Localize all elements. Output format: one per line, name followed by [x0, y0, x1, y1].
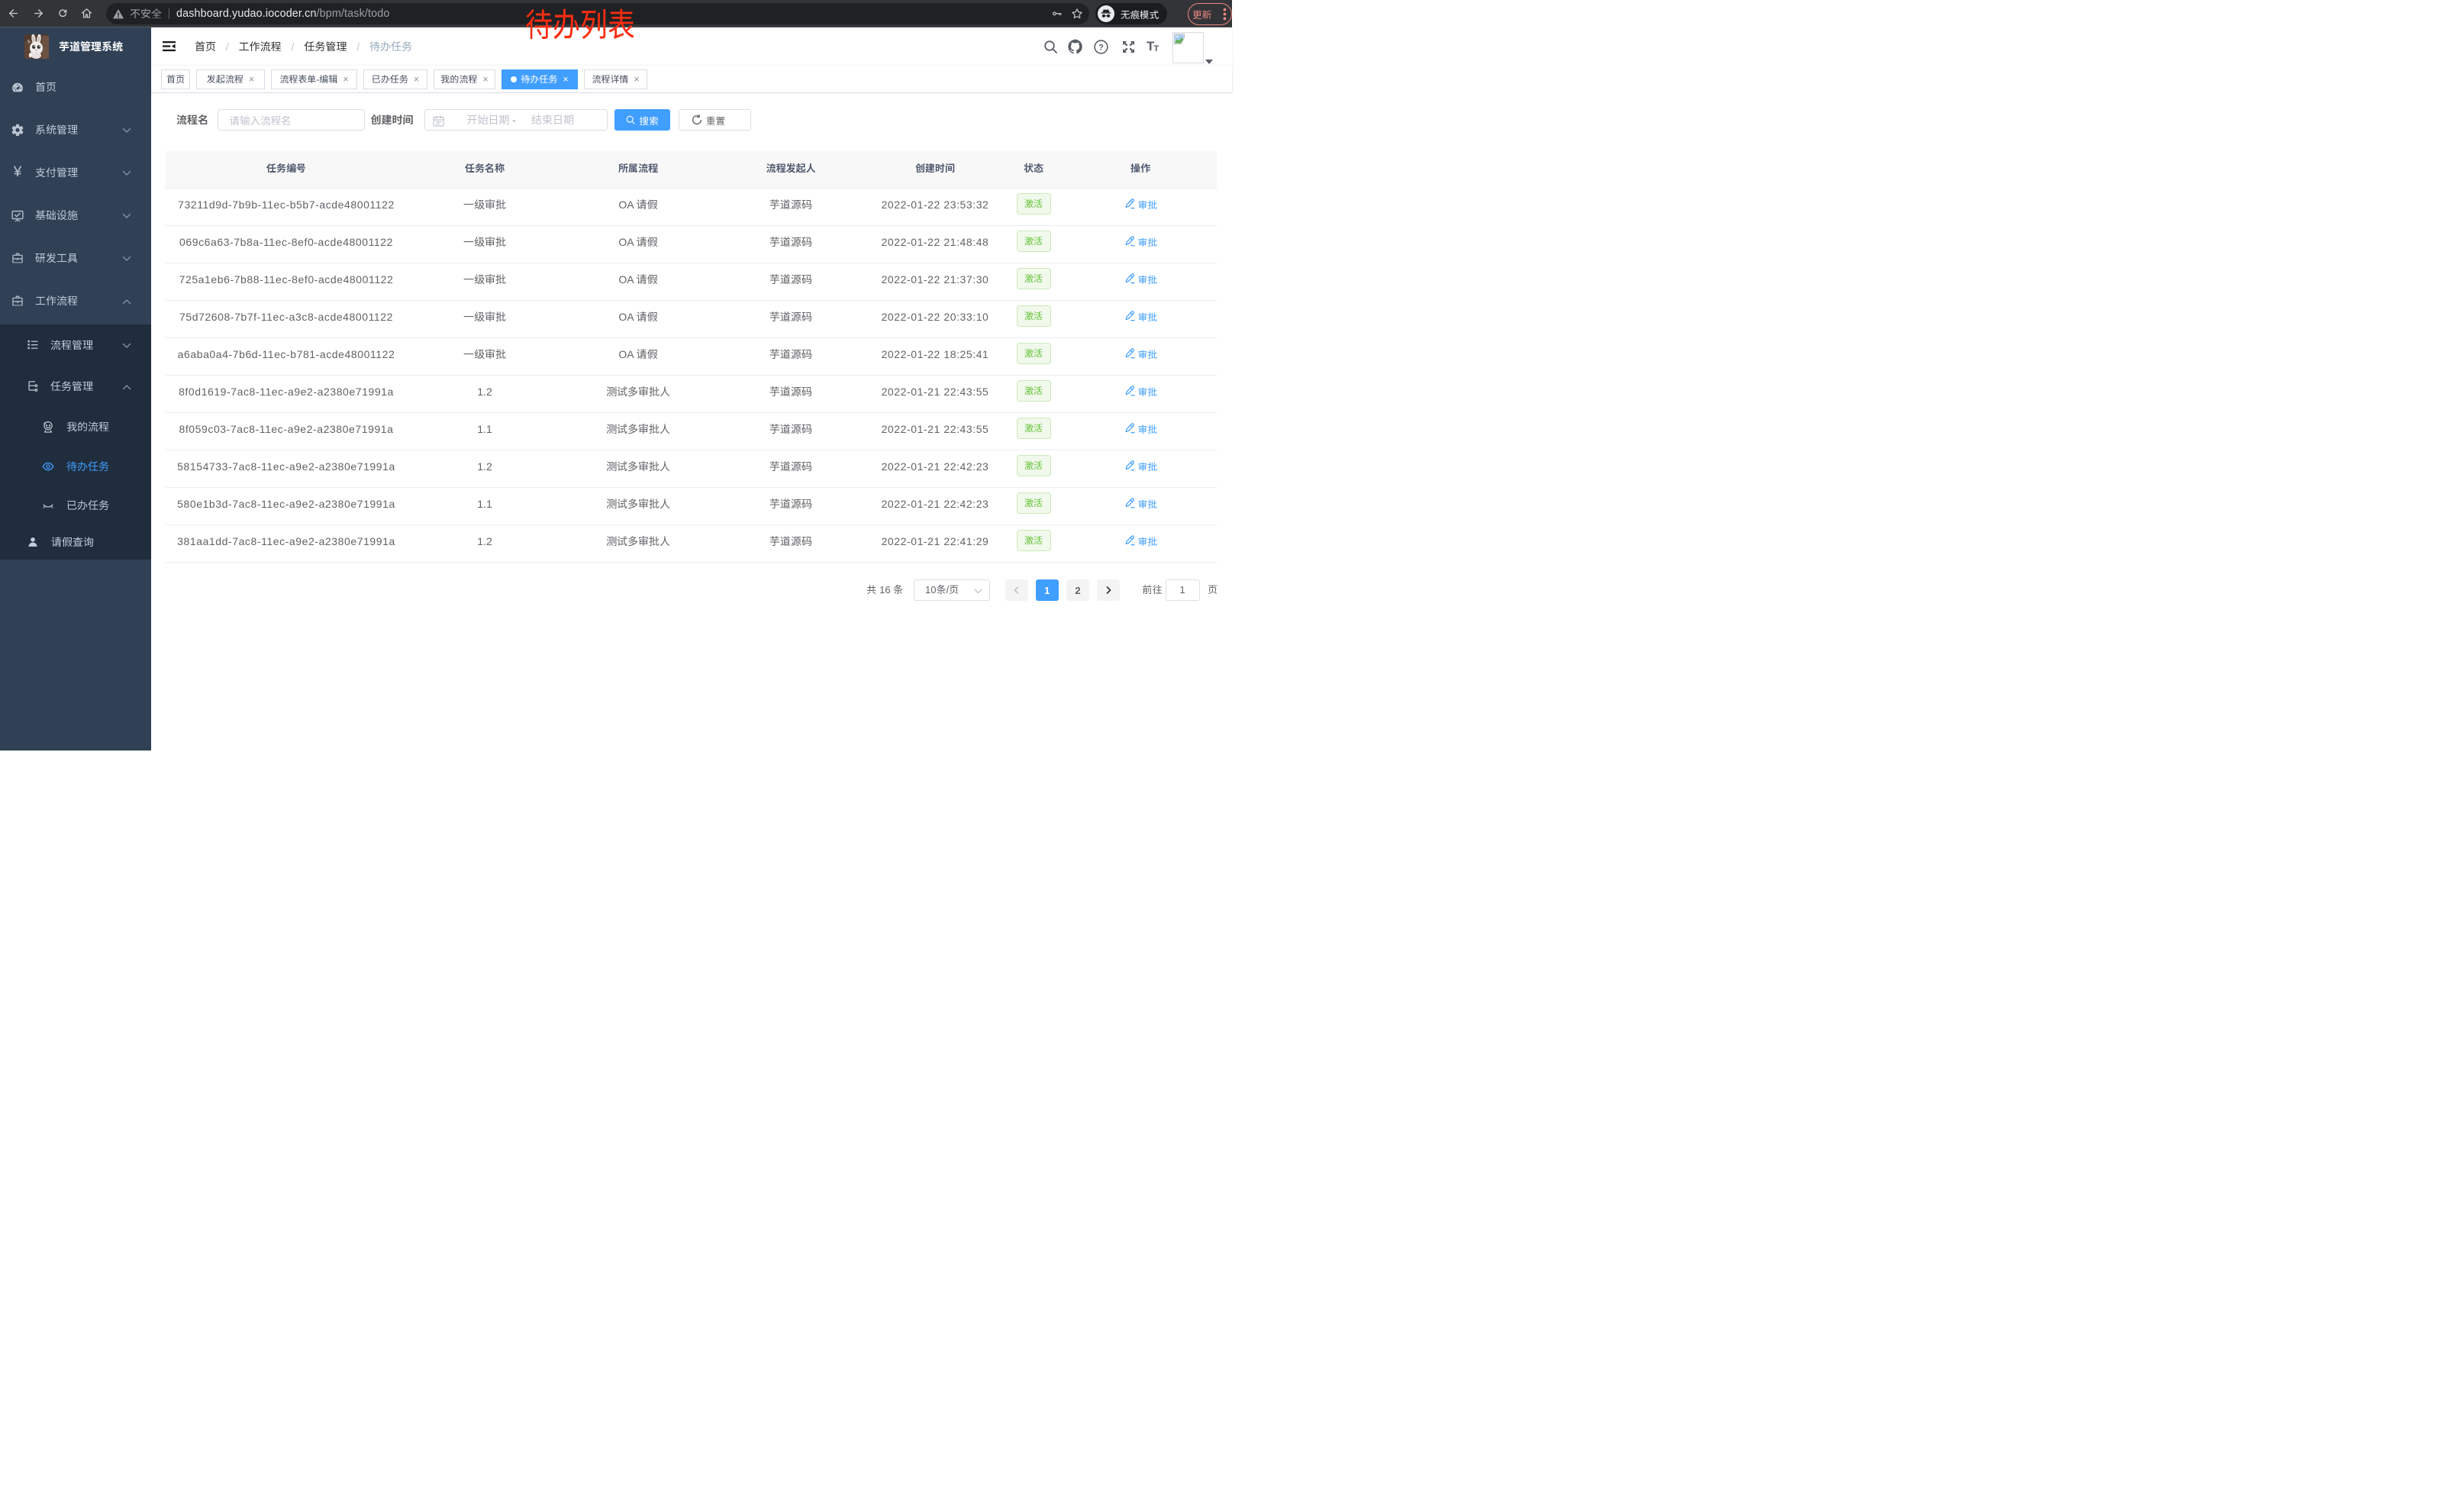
svg-text:?: ?: [1098, 43, 1104, 52]
